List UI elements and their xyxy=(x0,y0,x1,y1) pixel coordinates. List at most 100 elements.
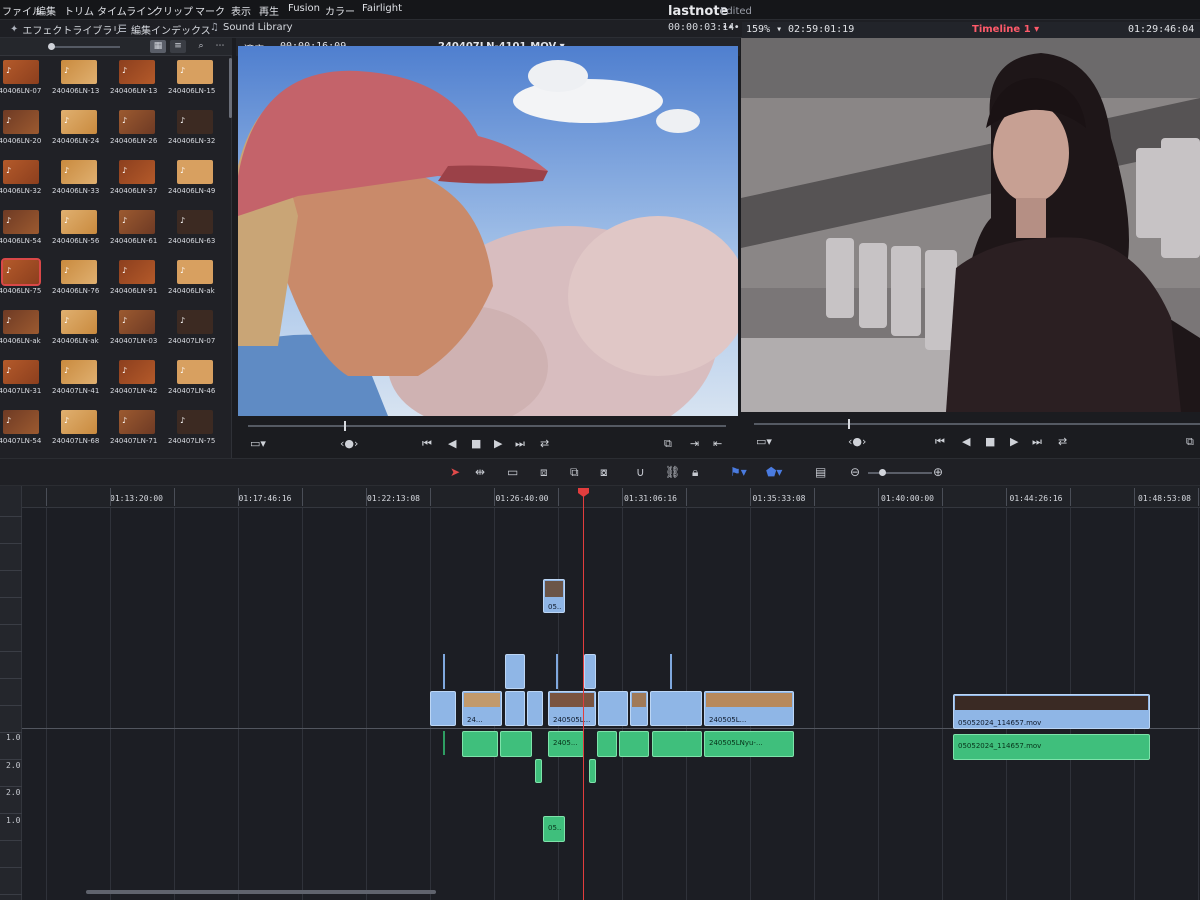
media-pool-clip[interactable]: ♪ 240407LN-46 xyxy=(168,358,220,406)
menu-trim[interactable]: トリム xyxy=(64,3,94,18)
replace-clip-icon[interactable]: ⧇ xyxy=(600,465,608,480)
timeline-audio-clip-a2[interactable] xyxy=(535,759,542,783)
go-to-end-icon[interactable]: ⏭ xyxy=(515,437,525,451)
selection-tool-icon[interactable]: ➤ xyxy=(450,465,460,479)
zoom-in-icon[interactable]: ⊕ xyxy=(933,465,943,479)
timeline-video-clip-v1[interactable] xyxy=(630,691,648,726)
timeline-video-clip-v1[interactable]: 24... xyxy=(462,691,502,726)
timeline-view-options-icon[interactable]: ▤ xyxy=(815,465,826,479)
media-pool-clip[interactable]: ♪ 240407LN-03 xyxy=(110,308,162,356)
media-pool-clip[interactable]: ♪ 240406LN-13 xyxy=(52,58,104,106)
timeline-video-clip-v2[interactable] xyxy=(505,654,525,689)
timeline-video-clip-v1[interactable] xyxy=(505,691,525,726)
media-pool-clip[interactable]: ♪ 240406LN-ak xyxy=(0,308,46,356)
options-icon[interactable]: ⋯ xyxy=(212,40,228,53)
source-playhead[interactable] xyxy=(343,421,346,431)
media-pool-clip[interactable]: ♪ 240407LN-42 xyxy=(110,358,162,406)
timeline-video-sliver[interactable] xyxy=(556,654,558,689)
jog-icon[interactable]: ‹●› xyxy=(340,437,358,450)
zoom-out-icon[interactable]: ⊖ xyxy=(850,465,860,479)
media-pool-clip[interactable]: ♪ 240406LN-15 xyxy=(168,58,220,106)
timeline-audio-clip-a4[interactable]: 05... xyxy=(543,816,565,842)
mark-out-icon[interactable]: ⇤ xyxy=(713,437,722,450)
media-pool-clip[interactable]: ♪ 240406LN-76 xyxy=(52,258,104,306)
program-go-to-end-icon[interactable]: ⏭ xyxy=(1032,435,1042,449)
trim-tool-icon[interactable]: ⇹ xyxy=(475,465,485,479)
program-playhead[interactable] xyxy=(847,419,850,429)
media-pool-clip[interactable]: ♪ 240407LN-07 xyxy=(168,308,220,356)
timeline-video-sliver[interactable] xyxy=(443,654,445,689)
flag-icon[interactable]: ⚑▾ xyxy=(730,465,747,479)
match-frame-icon[interactable]: ⧉ xyxy=(664,437,672,451)
media-pool-clip[interactable]: ♪ 240406LN-75 xyxy=(0,258,46,306)
go-to-start-icon[interactable]: ⏮ xyxy=(422,437,432,451)
media-pool-clip[interactable]: ♪ 240406LN-24 xyxy=(52,108,104,156)
media-pool-clip[interactable]: ♪ 240406LN-ak xyxy=(52,308,104,356)
lock-icon[interactable]: 🔒︎ xyxy=(692,465,698,480)
timeline-audio-clip-a2[interactable] xyxy=(589,759,596,783)
program-match-frame-icon[interactable]: ⧉ xyxy=(1186,435,1194,449)
timeline-video-clip-v1[interactable]: 240505L... xyxy=(704,691,794,726)
timeline-audio-clip-a1[interactable] xyxy=(619,731,649,757)
program-play-icon[interactable]: ▶ xyxy=(1010,435,1018,448)
menu-edit[interactable]: 編集 xyxy=(36,3,56,18)
blade-tool-icon[interactable]: ▭ xyxy=(507,465,518,479)
timecode-ruler[interactable]: 01:13:20:00 01:17:46:16 01:22:13:08 01:26:4… xyxy=(22,486,1200,508)
media-pool-clip[interactable]: ♪ 240407LN-71 xyxy=(110,408,162,456)
source-scrubber[interactable] xyxy=(248,421,726,431)
media-pool-clip[interactable]: ♪ 240406LN-49 xyxy=(168,158,220,206)
timeline-video-clip-v1[interactable]: 240505L... xyxy=(548,691,596,726)
timeline-video-clip-v2[interactable] xyxy=(584,654,596,689)
timeline-video-clip-v1[interactable] xyxy=(430,691,456,726)
program-jog-icon[interactable]: ‹●› xyxy=(848,435,866,448)
media-pool-clip[interactable]: ♪ 240406LN-54 xyxy=(0,208,46,256)
timeline-audio-clip-a1[interactable] xyxy=(462,731,498,757)
marker-icon[interactable]: ⬟▾ xyxy=(766,465,782,479)
media-pool-clip[interactable]: ♪ 240407LN-41 xyxy=(52,358,104,406)
source-options-button[interactable]: ••• xyxy=(722,22,740,33)
program-viewer-frame[interactable] xyxy=(741,38,1200,412)
timeline-video-clip-v1[interactable]: 05052024_114657.mov xyxy=(953,694,1150,729)
program-scrubber[interactable] xyxy=(754,419,1200,429)
menu-timeline[interactable]: タイムライン xyxy=(97,3,156,18)
overwrite-clip-icon[interactable]: ⧉ xyxy=(570,465,579,480)
media-pool-clip[interactable]: ♪ 240406LN-56 xyxy=(52,208,104,256)
media-pool-clip[interactable]: ♪ 240406LN-32 xyxy=(0,158,46,206)
timeline-scrollbar[interactable] xyxy=(86,890,436,894)
media-pool-clip[interactable]: ♪ 240407LN-75 xyxy=(168,408,220,456)
media-pool-clip[interactable]: ♪ 240406LN-20 xyxy=(0,108,46,156)
play-icon[interactable]: ▶ xyxy=(494,437,502,450)
menu-color[interactable]: カラー xyxy=(325,3,355,18)
timeline-video-sliver[interactable] xyxy=(670,654,672,689)
timeline-video-clip-v3[interactable]: 05... xyxy=(543,579,565,613)
media-pool-clip[interactable]: ♪ 240406LN-13 xyxy=(110,58,162,106)
timeline-zoom-knob[interactable] xyxy=(879,469,886,476)
timeline-audio-clip-a1[interactable]: 05052024_114657.mov xyxy=(953,734,1150,760)
snapping-icon[interactable]: ∪ xyxy=(636,465,645,479)
media-pool-clip[interactable]: ♪ 240406LN-61 xyxy=(110,208,162,256)
media-pool-clip[interactable]: ♪ 240407LN-54 xyxy=(0,408,46,456)
list-view-icon[interactable]: ≡ xyxy=(170,40,186,53)
program-stop-icon[interactable]: ■ xyxy=(985,435,995,448)
menu-fairlight[interactable]: Fairlight xyxy=(362,3,402,14)
timeline-audio-sliver[interactable] xyxy=(443,731,445,755)
effects-library-button[interactable]: ✦ エフェクトライブラリ xyxy=(10,22,122,37)
sound-library-button[interactable]: ♫ Sound Library xyxy=(210,22,293,33)
insert-clip-icon[interactable]: ⧈ xyxy=(540,465,548,480)
media-pool-clip[interactable]: ♪ 240406LN-33 xyxy=(52,158,104,206)
timeline-audio-clip-a1[interactable]: 2405... xyxy=(548,731,584,757)
timeline-video-clip-v1[interactable] xyxy=(650,691,702,726)
media-pool-clip[interactable]: ♪ 240406LN-32 xyxy=(168,108,220,156)
menu-fusion[interactable]: Fusion xyxy=(288,3,320,14)
media-pool-clip[interactable]: ♪ 240407LN-68 xyxy=(52,408,104,456)
zoom-dropdown[interactable]: 159% ▾ xyxy=(746,24,782,35)
media-pool-clip[interactable]: ♪ 240407LN-31 xyxy=(0,358,46,406)
program-go-to-start-icon[interactable]: ⏮ xyxy=(935,435,945,449)
play-reverse-icon[interactable]: ◀ xyxy=(448,437,456,450)
timeline-video-clip-v1[interactable] xyxy=(527,691,543,726)
thumbnail-size-slider[interactable] xyxy=(48,43,120,50)
timeline-audio-clip-a1[interactable] xyxy=(652,731,702,757)
loop-icon[interactable]: ⇄ xyxy=(540,437,549,450)
timeline-audio-clip-a1[interactable]: 240505LNyu-... xyxy=(704,731,794,757)
slider-knob[interactable] xyxy=(48,43,55,50)
